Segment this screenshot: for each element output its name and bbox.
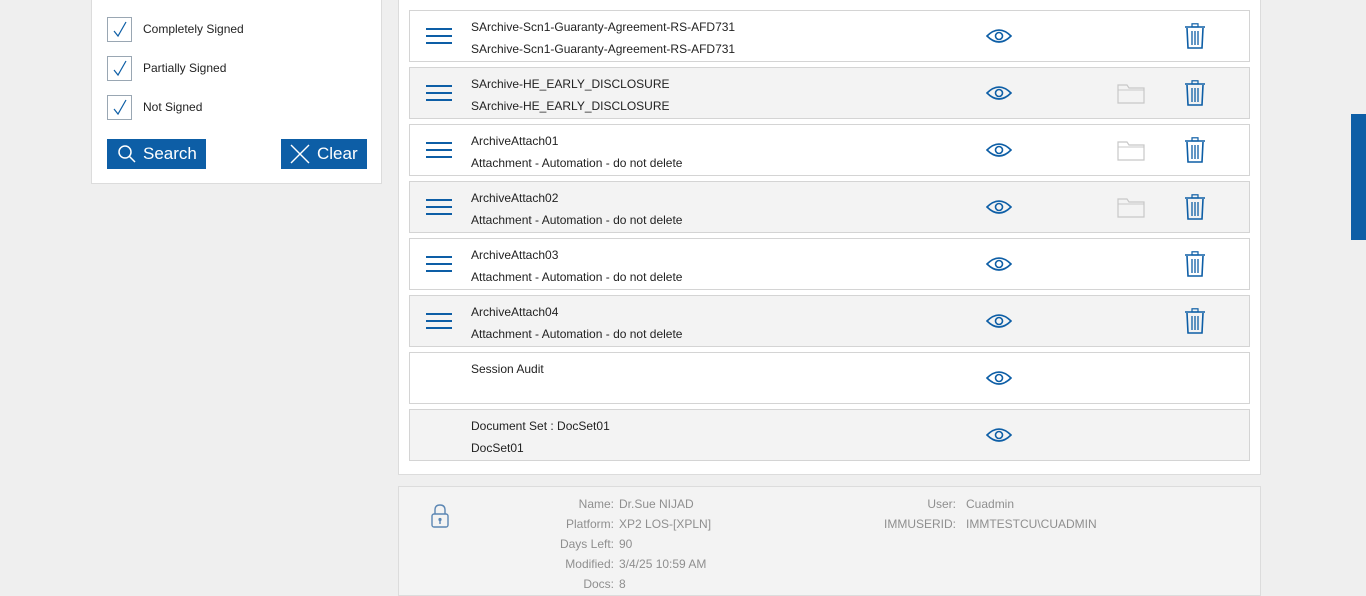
eye-icon[interactable] <box>986 313 1012 329</box>
platform-value: XP2 LOS-[XPLN] <box>619 517 712 531</box>
drag-handle-icon[interactable] <box>426 25 452 47</box>
document-title: ArchiveAttach04 <box>471 305 559 319</box>
filter-label: Completely Signed <box>143 22 244 36</box>
search-icon <box>118 145 136 163</box>
filter-label: Partially Signed <box>143 61 227 75</box>
clear-button-label: Clear <box>317 144 358 163</box>
document-row: SArchive-Scn1-Guaranty-Agreement-RS-AFD7… <box>409 10 1250 62</box>
checkmark-icon <box>113 21 127 38</box>
document-row: SArchive-HE_EARLY_DISCLOSURE SArchive-HE… <box>409 67 1250 119</box>
document-subtitle: Attachment - Automation - do not delete <box>471 156 683 170</box>
drag-handle-icon[interactable] <box>426 139 452 161</box>
filter-label: Not Signed <box>143 100 203 114</box>
checkbox-completely-signed[interactable] <box>107 16 132 42</box>
checkbox-partially-signed[interactable] <box>107 55 132 81</box>
document-row: Document Set : DocSet01 DocSet01 <box>409 409 1250 461</box>
session-info-panel: Name: Dr.Sue NIJAD Platform: XP2 LOS-[XP… <box>398 486 1261 596</box>
drag-handle-icon[interactable] <box>426 82 452 104</box>
lock-icon <box>431 504 449 528</box>
drag-handle-icon[interactable] <box>426 253 452 275</box>
document-subtitle: Attachment - Automation - do not delete <box>471 270 683 284</box>
document-title: Session Audit <box>471 362 544 376</box>
immuserid-label: IMMUSERID: <box>884 517 956 531</box>
clear-button[interactable]: Clear <box>281 139 367 169</box>
modified-label: Modified: <box>565 557 614 571</box>
eye-icon[interactable] <box>986 370 1012 386</box>
document-title: SArchive-Scn1-Guaranty-Agreement-RS-AFD7… <box>471 20 736 34</box>
filter-partially-signed[interactable]: Partially Signed <box>107 54 226 82</box>
user-value: Cuadmin <box>966 497 1015 511</box>
document-title: ArchiveAttach03 <box>471 248 559 262</box>
eye-icon[interactable] <box>986 142 1012 158</box>
eye-icon[interactable] <box>986 427 1012 443</box>
folder-icon[interactable] <box>1117 82 1145 104</box>
trash-icon[interactable] <box>1185 251 1205 277</box>
days-left-value: 90 <box>619 537 633 551</box>
user-label: User: <box>927 497 956 511</box>
document-title: SArchive-HE_EARLY_DISCLOSURE <box>471 77 670 91</box>
document-subtitle: SArchive-Scn1-Guaranty-Agreement-RS-AFD7… <box>471 42 736 56</box>
trash-icon[interactable] <box>1185 194 1205 220</box>
drag-handle-icon[interactable] <box>426 196 452 218</box>
modified-value: 3/4/25 10:59 AM <box>619 557 707 571</box>
eye-icon[interactable] <box>986 199 1012 215</box>
name-value: Dr.Sue NIJAD <box>619 497 694 511</box>
immuserid-value: IMMTESTCU\CUADMIN <box>966 517 1097 531</box>
search-button[interactable]: Search <box>107 139 206 169</box>
document-row: ArchiveAttach04 Attachment - Automation … <box>409 295 1250 347</box>
name-label: Name: <box>578 497 614 511</box>
trash-icon[interactable] <box>1185 23 1205 49</box>
close-icon <box>290 144 310 164</box>
document-row: Session Audit <box>409 352 1250 404</box>
side-panel-tab[interactable] <box>1351 114 1366 240</box>
checkbox-not-signed[interactable] <box>107 94 132 120</box>
platform-label: Platform: <box>565 517 614 531</box>
filter-not-signed[interactable]: Not Signed <box>107 93 202 121</box>
document-row: ArchiveAttach02 Attachment - Automation … <box>409 181 1250 233</box>
signature-filter-panel: Completely Signed Partially Signed Not S… <box>91 0 382 184</box>
document-list: SArchive-Scn1-Guaranty-Agreement-RS-AFD7… <box>398 0 1261 475</box>
document-title: ArchiveAttach01 <box>471 134 559 148</box>
document-subtitle: SArchive-HE_EARLY_DISCLOSURE <box>471 99 670 113</box>
folder-icon[interactable] <box>1117 196 1145 218</box>
document-subtitle: DocSet01 <box>471 441 524 455</box>
document-title: Document Set : DocSet01 <box>471 419 610 433</box>
drag-handle-icon[interactable] <box>426 310 452 332</box>
filter-completely-signed[interactable]: Completely Signed <box>107 15 244 43</box>
days-left-label: Days Left: <box>559 537 614 551</box>
eye-icon[interactable] <box>986 256 1012 272</box>
document-title: ArchiveAttach02 <box>471 191 559 205</box>
checkmark-icon <box>113 99 127 116</box>
trash-icon[interactable] <box>1185 80 1205 106</box>
document-subtitle: Attachment - Automation - do not delete <box>471 213 683 227</box>
search-button-label: Search <box>143 144 197 163</box>
checkmark-icon <box>113 60 127 77</box>
document-subtitle: Attachment - Automation - do not delete <box>471 327 683 341</box>
eye-icon[interactable] <box>986 28 1012 44</box>
trash-icon[interactable] <box>1185 308 1205 334</box>
document-row: ArchiveAttach01 Attachment - Automation … <box>409 124 1250 176</box>
trash-icon[interactable] <box>1185 137 1205 163</box>
eye-icon[interactable] <box>986 85 1012 101</box>
document-row: ArchiveAttach03 Attachment - Automation … <box>409 238 1250 290</box>
folder-icon[interactable] <box>1117 139 1145 161</box>
